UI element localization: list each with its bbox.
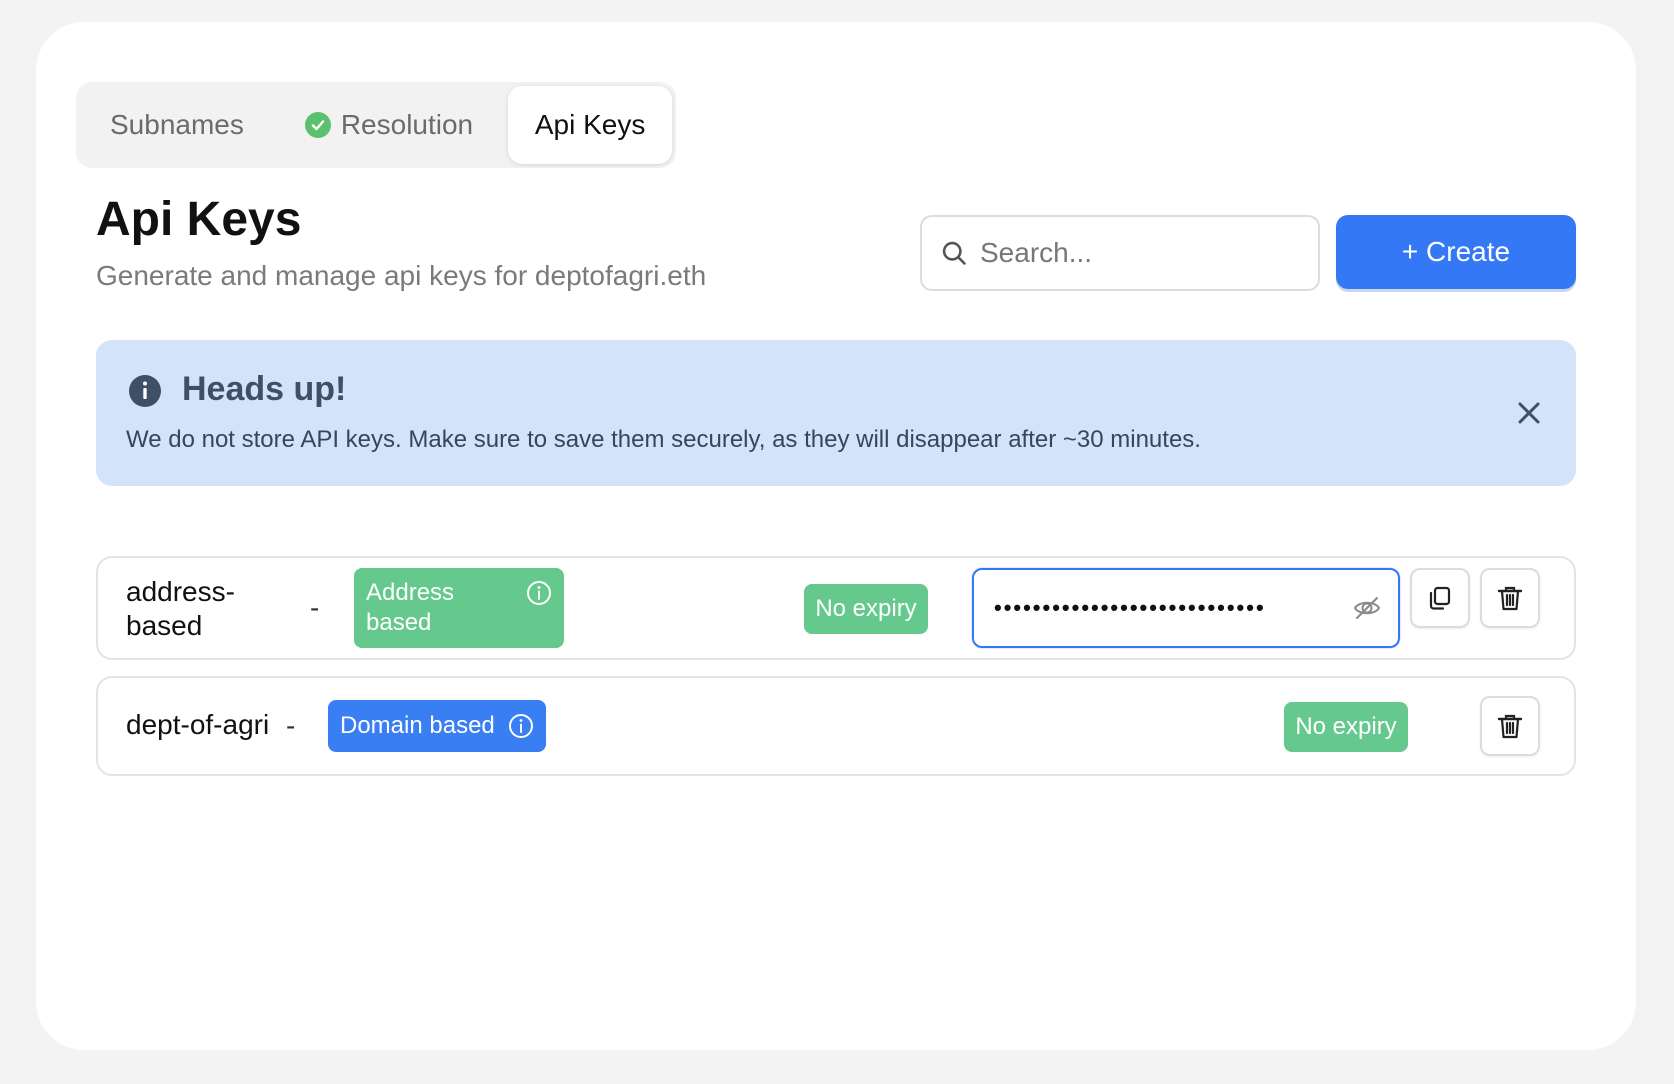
trash-icon	[1497, 714, 1523, 739]
tab-api-keys-label: Api Keys	[534, 109, 646, 140]
tab-api-keys[interactable]: Api Keys	[508, 86, 673, 164]
alert-message: We do not store API keys. Make sure to s…	[126, 426, 1201, 453]
api-key-name-line: address-	[126, 576, 235, 607]
api-key-name-line: based	[126, 610, 203, 641]
api-keys-panel: Subnames Resolution Api Keys Api Keys Ge…	[36, 22, 1636, 1050]
api-key-name: address- based	[126, 575, 235, 643]
secret-value: ••••••••••••••••••••••••••••	[994, 595, 1266, 620]
page-title: Api Keys	[96, 193, 302, 246]
expiry-badge: No expiry	[804, 584, 928, 634]
eye-off-icon[interactable]	[1352, 593, 1382, 623]
close-icon[interactable]	[1512, 396, 1546, 430]
tab-subnames-label: Subnames	[110, 109, 244, 140]
api-key-name: dept-of-agri	[126, 709, 270, 740]
info-icon	[129, 375, 161, 407]
secret-field[interactable]: ••••••••••••••••••••••••••••	[972, 568, 1400, 648]
key-type-badge: Domain based	[328, 700, 546, 752]
separator: -	[286, 710, 296, 741]
key-type-label: Domain based	[340, 712, 495, 739]
tab-bar: Subnames Resolution Api Keys	[76, 82, 676, 168]
api-key-row: dept-of-agri - Domain based No expiry	[96, 676, 1576, 776]
tab-resolution-label: Resolution	[340, 109, 474, 140]
api-key-row: address- based - Address based No expiry…	[96, 556, 1576, 660]
search-input[interactable]	[980, 237, 1300, 269]
check-circle-icon	[304, 112, 331, 138]
trash-icon	[1497, 586, 1523, 611]
key-type-badge: Address based	[354, 568, 564, 648]
alert-heading: Heads up!	[182, 370, 347, 408]
create-button[interactable]: + Create	[1336, 215, 1576, 289]
copy-icon	[1429, 586, 1451, 610]
heads-up-alert: Heads up! We do not store API keys. Make…	[96, 340, 1576, 486]
expiry-badge: No expiry	[1284, 702, 1408, 752]
tab-resolution[interactable]: Resolution	[277, 86, 508, 164]
key-type-label: Address	[366, 579, 455, 606]
copy-button[interactable]	[1410, 568, 1470, 628]
tab-subnames[interactable]: Subnames	[80, 86, 277, 164]
info-circle-icon[interactable]	[526, 580, 552, 606]
info-circle-icon[interactable]	[508, 713, 534, 739]
key-type-label: based	[366, 609, 432, 636]
delete-button[interactable]	[1480, 568, 1540, 628]
page-subtitle: Generate and manage api keys for deptofa…	[96, 260, 707, 291]
search-icon	[942, 241, 966, 265]
search-box[interactable]	[920, 215, 1320, 291]
separator: -	[310, 592, 320, 623]
delete-button[interactable]	[1480, 696, 1540, 756]
